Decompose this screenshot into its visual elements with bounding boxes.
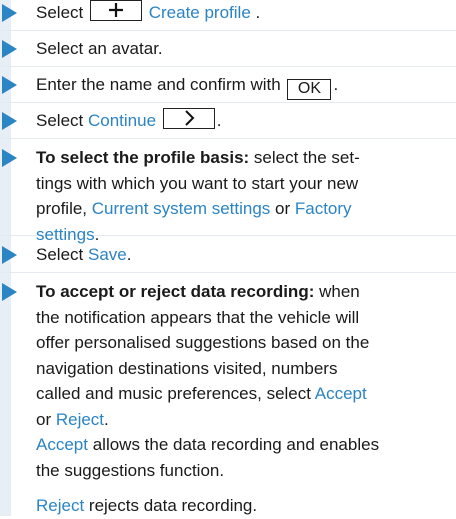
step-2-text: Select an avatar. bbox=[36, 39, 163, 58]
step-text: or bbox=[36, 409, 56, 429]
bullet-arrow-icon bbox=[2, 76, 17, 94]
step-text: . bbox=[104, 409, 109, 429]
chevron-right-icon bbox=[185, 110, 195, 126]
step-text: Select bbox=[36, 3, 88, 22]
current-system-settings-link: Current system settings bbox=[91, 199, 271, 218]
step-text: or bbox=[270, 199, 295, 218]
step-text: . bbox=[94, 224, 100, 244]
step-text: Select bbox=[36, 111, 88, 130]
bullet-arrow-icon bbox=[2, 112, 17, 130]
step-text: called and music preferences, select bbox=[36, 384, 315, 403]
step-text: tings with which you want to start your … bbox=[36, 173, 359, 193]
step-text: select the set- bbox=[249, 148, 360, 167]
continue-link: Continue bbox=[87, 111, 157, 130]
step-3-text: Enter the name and confirm with OK. bbox=[36, 72, 448, 100]
accept-link: Accept bbox=[314, 384, 367, 403]
accept-link: Accept bbox=[36, 435, 88, 454]
step-text: . bbox=[250, 3, 261, 22]
step-text: . bbox=[126, 245, 132, 264]
step-text: the notification appears that the vehicl… bbox=[36, 307, 360, 327]
step-6-text: Select Save. bbox=[36, 242, 448, 268]
step-heading: To select the profile basis: bbox=[36, 148, 250, 167]
save-link: Save bbox=[87, 245, 127, 264]
reject-link: Reject bbox=[55, 409, 105, 429]
bullet-arrow-icon bbox=[2, 283, 17, 301]
step-separator bbox=[0, 102, 456, 103]
factory-settings-link: settings bbox=[36, 224, 95, 244]
step-text: offer personalised suggestions based on … bbox=[36, 333, 370, 352]
bullet-arrow-icon bbox=[2, 40, 17, 58]
step-separator bbox=[0, 138, 456, 139]
step-separator bbox=[0, 30, 456, 31]
step-text: navigation destinations visited, numbers bbox=[36, 358, 338, 378]
bullet-arrow-icon bbox=[2, 149, 17, 167]
factory-settings-link: Factory bbox=[294, 199, 352, 218]
step-text: when bbox=[314, 282, 360, 301]
step-text: allows the data recording and enables bbox=[87, 435, 380, 454]
bullet-arrow-icon bbox=[2, 4, 17, 22]
chevron-button bbox=[162, 108, 215, 129]
step-separator bbox=[0, 272, 456, 273]
bullet-arrow-icon bbox=[2, 246, 17, 264]
step-text: Select bbox=[36, 245, 88, 264]
step-7-text: To accept or reject data recording: when… bbox=[36, 279, 448, 519]
ok-button: OK bbox=[287, 79, 332, 100]
step-5-text: To select the profile basis: select the … bbox=[36, 145, 448, 247]
plus-button bbox=[89, 0, 142, 21]
reject-link: Reject bbox=[36, 496, 85, 515]
step-text: profile, bbox=[36, 199, 92, 218]
step-text: . bbox=[216, 111, 222, 130]
step-text: . bbox=[333, 75, 339, 94]
create-profile-link: Create profile bbox=[148, 3, 251, 22]
step-text: rejects data recording. bbox=[84, 496, 258, 515]
step-4-text: Select Continue . bbox=[36, 108, 448, 134]
plus-icon bbox=[108, 3, 123, 17]
instruction-page: Select Create profile . Select an avatar… bbox=[0, 0, 456, 516]
step-heading: To accept or reject data recording: bbox=[36, 282, 315, 301]
step-separator bbox=[0, 66, 456, 67]
step-text: Enter the name and confirm with bbox=[36, 75, 286, 94]
step-1-text: Select Create profile . bbox=[36, 0, 448, 26]
step-text: the suggestions function. bbox=[36, 460, 225, 480]
